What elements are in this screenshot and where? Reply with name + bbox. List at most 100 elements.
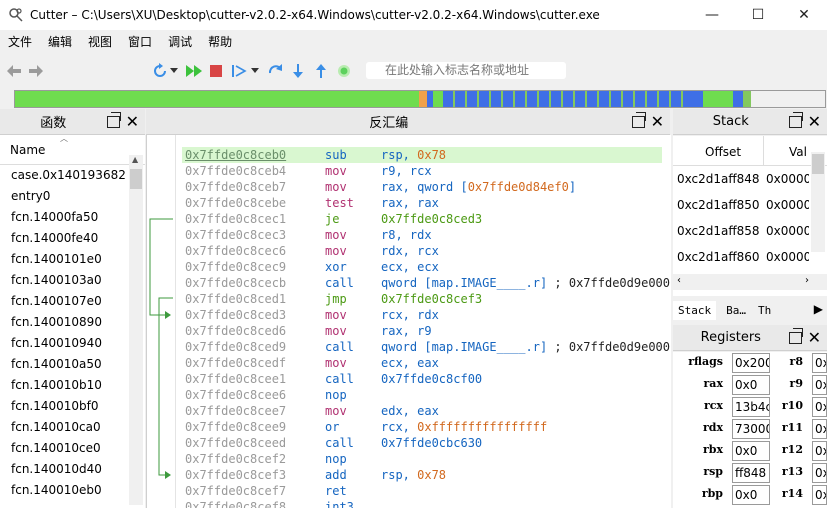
register-value-field[interactable]: 0x [812, 353, 827, 373]
register-value-field[interactable]: 0x [812, 397, 827, 417]
undock-icon[interactable] [788, 111, 803, 128]
register-name: rsp [703, 465, 723, 478]
stack-scrollbar[interactable] [811, 152, 825, 252]
menu-debug[interactable]: 调试 [160, 33, 200, 50]
instruction-mnemonic: mov [325, 404, 347, 418]
registers-panel-header: Registers ✕ [673, 325, 827, 351]
register-value-field[interactable]: 0x [812, 419, 827, 439]
column-header-name[interactable]: Name ︿ [0, 134, 145, 165]
continue-icon[interactable] [184, 61, 204, 81]
scroll-left-icon[interactable]: ‹ [677, 275, 681, 286]
column-header-offset[interactable]: Offset [705, 145, 741, 159]
function-item[interactable]: fcn.140010890 [0, 312, 127, 333]
stop-icon[interactable] [206, 61, 226, 81]
stack-panel: Offset Val 0xc2d1aff848 0x0000 0xc2d1aff85… [673, 136, 827, 296]
scroll-up-icon[interactable]: ▲ [132, 155, 138, 164]
tab-stack[interactable]: Stack [673, 300, 717, 320]
column-name-label: Name [10, 142, 46, 157]
close-icon[interactable]: ✕ [808, 113, 821, 129]
stack-row[interactable]: 0xc2d1aff848 0x0000 [673, 166, 809, 192]
stack-row[interactable]: 0xc2d1aff850 0x0000 [673, 192, 809, 218]
register-value-field[interactable]: 0x200 [732, 353, 770, 373]
function-item[interactable]: fcn.140010ca0 [0, 417, 127, 438]
close-icon[interactable]: ✕ [651, 113, 664, 129]
register-value-field[interactable]: 0x [812, 463, 827, 483]
menu-window[interactable]: 窗口 [120, 33, 160, 50]
scrollbar-thumb[interactable] [812, 154, 824, 174]
scroll-right-icon[interactable]: › [805, 275, 809, 286]
step-into-icon[interactable] [230, 61, 250, 81]
function-item[interactable]: fcn.14000fa50 [0, 207, 127, 228]
stack-row[interactable]: 0xc2d1aff860 0x0000 [673, 244, 809, 270]
close-icon[interactable]: ✕ [126, 113, 139, 129]
menu-file[interactable]: 文件 [0, 33, 40, 50]
step-over-icon[interactable] [266, 61, 286, 81]
register-value-field[interactable]: 0x [812, 441, 827, 461]
restart-debug-icon[interactable] [150, 61, 170, 81]
function-item[interactable]: entry0 [0, 186, 127, 207]
function-item[interactable]: fcn.140010d40 [0, 459, 127, 480]
undock-icon[interactable] [788, 327, 803, 344]
register-value-field[interactable]: 13b4c [732, 397, 770, 417]
function-item[interactable]: fcn.140010ce0 [0, 438, 127, 459]
operand-part: rsp, [381, 148, 418, 162]
operand-part: r8, rdx [381, 228, 432, 242]
menu-edit[interactable]: 编辑 [40, 33, 80, 50]
search-input[interactable]: 在此处输入标志名称或地址 [366, 62, 566, 79]
function-item[interactable]: fcn.14000fe40 [0, 228, 127, 249]
register-value-field[interactable]: 0x [812, 375, 827, 395]
column-header-value[interactable]: Val [789, 145, 807, 159]
chevron-down-icon[interactable] [168, 61, 180, 81]
attach-icon[interactable] [334, 61, 354, 81]
menu-help[interactable]: 帮助 [200, 33, 240, 50]
function-item[interactable]: fcn.140010eb0 [0, 480, 127, 501]
instruction-address: 0x7ffde0c8cef8 [185, 500, 287, 508]
chevron-down-icon[interactable] [249, 61, 261, 81]
stack-row[interactable]: 0xc2d1aff858 0x0000 [673, 218, 809, 244]
function-item[interactable]: fcn.140010b10 [0, 375, 127, 396]
function-item[interactable]: fcn.140010940 [0, 333, 127, 354]
scrollbar-thumb[interactable] [130, 169, 142, 189]
tab-backtrace[interactable]: Ba… [716, 301, 756, 320]
minimize-button[interactable]: — [689, 0, 735, 30]
register-value-field[interactable]: 0x0 [732, 485, 770, 505]
functions-scrollbar[interactable]: ▲ [129, 155, 143, 505]
instruction-mnemonic: mov [325, 164, 347, 178]
close-icon[interactable]: ✕ [808, 329, 821, 345]
close-window-button[interactable]: ✕ [781, 0, 827, 30]
disassembly-code[interactable]: 0x7ffde0c8ceb0 sub rsp, 0x78 0x7ffde0c8ceb4… [175, 135, 671, 508]
function-item[interactable]: fcn.1400103a0 [0, 270, 127, 291]
step-down-icon[interactable] [288, 61, 308, 81]
overview-segment [683, 91, 703, 107]
tab-threads[interactable]: Th [756, 301, 773, 320]
undock-icon[interactable] [631, 111, 646, 128]
instruction-mnemonic: ret [325, 484, 347, 498]
back-arrow-icon[interactable] [4, 61, 24, 81]
forward-arrow-icon[interactable] [26, 61, 46, 81]
overview-bar[interactable] [14, 90, 826, 108]
instruction-operands: rsp, 0x78 [381, 147, 446, 163]
menu-view[interactable]: 视图 [80, 33, 120, 50]
instruction-mnemonic: mov [325, 244, 347, 258]
register-value-field[interactable]: 0x0 [732, 375, 770, 395]
function-item[interactable]: fcn.1400107e0 [0, 291, 127, 312]
stack-hscrollbar[interactable]: ‹ › [673, 274, 827, 290]
undock-icon[interactable] [106, 111, 121, 128]
overview-segment [611, 91, 621, 107]
operand-part: 0x78 [417, 468, 447, 482]
maximize-button[interactable]: ☐ [735, 0, 781, 30]
function-item[interactable]: fcn.140010a50 [0, 354, 127, 375]
tab-scroll-right-icon[interactable]: ▶ [814, 302, 823, 316]
registers-title: Registers [700, 330, 761, 345]
step-out-icon[interactable] [311, 61, 331, 81]
instruction-address: 0x7ffde0c8cedf [185, 356, 287, 370]
register-value-field[interactable]: 73000 [732, 419, 770, 439]
function-item[interactable]: fcn.140010bf0 [0, 396, 127, 417]
function-item[interactable]: case.0x140193682.0 [0, 165, 127, 186]
register-value-field[interactable]: 0x0 [732, 441, 770, 461]
function-item[interactable]: fcn.1400101e0 [0, 249, 127, 270]
stack-offset: 0xc2d1aff858 [677, 224, 760, 238]
register-value-field[interactable]: ff848 [732, 463, 770, 483]
register-value-field[interactable]: 0x [812, 485, 827, 505]
overview-segment [527, 91, 537, 107]
